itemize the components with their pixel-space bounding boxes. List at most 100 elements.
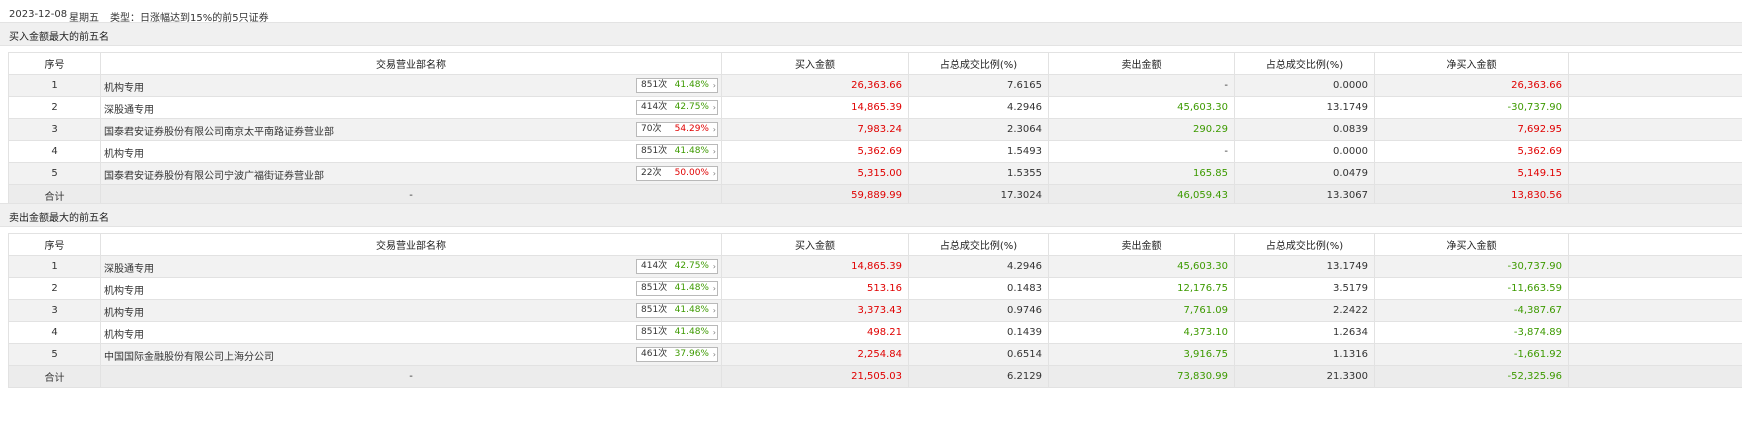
buy-amount: 513.16 (721, 277, 909, 300)
dept-stats-badge[interactable]: 851次 41.48% › (636, 281, 718, 296)
spacer-cell (1568, 140, 1742, 163)
dept-name-link[interactable]: 国泰君安证券股份有限公司南京太平南路证券营业部 (104, 123, 334, 138)
total-buy-ratio: 6.2129 (908, 365, 1049, 388)
net-buy-amount: -11,663.59 (1374, 277, 1569, 300)
table-row: 2 深股通专用 414次 42.75% › 14,865.39 4.2946 45,603.3… (8, 96, 1742, 119)
table-row: 3 国泰君安证券股份有限公司南京太平南路证券营业部 70次 54.29% › 7,983.… (8, 118, 1742, 141)
table-row: 1 深股通专用 414次 42.75% › 14,865.39 4.2946 45,603.3… (8, 255, 1742, 278)
sell-section-header: 卖出金额最大的前五名 (0, 203, 1742, 227)
listing-count: 851次 (641, 80, 668, 90)
table-row: 5 中国国际金融股份有限公司上海分公司 461次 37.96% › 2,254.84 0.6… (8, 343, 1742, 366)
row-index: 5 (8, 343, 101, 366)
dept-stats-badge[interactable]: 851次 41.48% › (636, 144, 718, 159)
sell-top5-table: 序号 交易营业部名称 买入金额 占总成交比例(%) 卖出金额 占总成交比例(%)… (8, 233, 1742, 388)
win-rate: 41.48% (674, 305, 709, 315)
table-row: 4 机构专用 851次 41.48% › 498.21 0.1439 4,373.10 1.26… (8, 321, 1742, 344)
expand-arrow-icon: › (712, 306, 716, 315)
dept-stats-badge[interactable]: 851次 41.48% › (636, 303, 718, 318)
dept-name-link[interactable]: 机构专用 (104, 282, 144, 297)
net-buy-amount: -30,737.90 (1374, 255, 1569, 278)
dept-name-link[interactable]: 机构专用 (104, 326, 144, 341)
buy-ratio: 1.5355 (908, 162, 1049, 185)
dept-name-link[interactable]: 国泰君安证券股份有限公司宁波广福街证券营业部 (104, 167, 324, 182)
expand-arrow-icon: › (712, 262, 716, 271)
net-buy-amount: -1,661.92 (1374, 343, 1569, 366)
row-index: 3 (8, 118, 101, 141)
dept-stats-badge[interactable]: 851次 41.48% › (636, 325, 718, 340)
listing-count: 414次 (641, 102, 668, 112)
sell-amount: 165.85 (1048, 162, 1235, 185)
expand-arrow-icon: › (712, 328, 716, 337)
net-buy-amount: 26,363.66 (1374, 74, 1569, 97)
buy-section-header: 买入金额最大的前五名 (0, 22, 1742, 46)
buy-ratio: 0.6514 (908, 343, 1049, 366)
sell-amount: 45,603.30 (1048, 96, 1235, 119)
row-index: 2 (8, 277, 101, 300)
dept-name-link[interactable]: 中国国际金融股份有限公司上海分公司 (104, 348, 274, 363)
total-row: 合计 -21,505.03 6.2129 73,830.99 21.3300 -52,32… (8, 365, 1742, 388)
dept-name-link[interactable]: 机构专用 (104, 304, 144, 319)
total-label: 合计 (8, 365, 101, 388)
col-sell-ratio-header: 占总成交比例(%) (1234, 233, 1375, 256)
col-spacer-header (1568, 233, 1742, 256)
buy-amount: 3,373.43 (721, 299, 909, 322)
spacer-cell (1568, 74, 1742, 97)
buy-amount: 7,983.24 (721, 118, 909, 141)
dept-name-link[interactable]: 深股通专用 (104, 101, 154, 116)
spacer-cell (1568, 321, 1742, 344)
dept-name-link[interactable]: 深股通专用 (104, 260, 154, 275)
dept-name-link[interactable]: 机构专用 (104, 145, 144, 160)
expand-arrow-icon: › (712, 103, 716, 112)
dept-stats-badge[interactable]: 70次 54.29% › (636, 122, 718, 137)
spacer-cell (1568, 343, 1742, 366)
buy-ratio: 0.1439 (908, 321, 1049, 344)
buy-ratio: 4.2946 (908, 96, 1049, 119)
dept-stats-badge[interactable]: 414次 42.75% › (636, 259, 718, 274)
col-index-header: 序号 (8, 52, 101, 75)
row-index: 4 (8, 321, 101, 344)
buy-amount: 2,254.84 (721, 343, 909, 366)
buy-ratio: 4.2946 (908, 255, 1049, 278)
win-rate: 42.75% (674, 102, 709, 112)
table-row: 1 机构专用 851次 41.48% › 26,363.66 7.6165-0.0000 26… (8, 74, 1742, 97)
sell-amount: 3,916.75 (1048, 343, 1235, 366)
win-rate: 41.48% (674, 80, 709, 90)
dept-cell: 国泰君安证券股份有限公司南京太平南路证券营业部 70次 54.29% › (100, 118, 722, 141)
spacer-cell (1568, 96, 1742, 119)
dept-cell: 深股通专用 414次 42.75% › (100, 255, 722, 278)
col-buy-ratio-header: 占总成交比例(%) (908, 233, 1049, 256)
net-buy-amount: -4,387.67 (1374, 299, 1569, 322)
dept-cell: 机构专用 851次 41.48% › (100, 299, 722, 322)
spacer-cell (1568, 118, 1742, 141)
buy-amount: 5,362.69 (721, 140, 909, 163)
buy-section-title: 买入金额最大的前五名 (9, 32, 109, 43)
buy-ratio: 0.1483 (908, 277, 1049, 300)
net-buy-amount: 5,362.69 (1374, 140, 1569, 163)
table-row: 4 机构专用 851次 41.48% › 5,362.69 1.5493-0.0000 5,3… (8, 140, 1742, 163)
col-dept-header: 交易营业部名称 (100, 233, 722, 256)
dept-cell: 机构专用 851次 41.48% › (100, 321, 722, 344)
col-buy-ratio-header: 占总成交比例(%) (908, 52, 1049, 75)
dept-name-link[interactable]: 机构专用 (104, 79, 144, 94)
sell-ratio: 0.0839 (1234, 118, 1375, 141)
buy-ratio: 1.5493 (908, 140, 1049, 163)
sell-ratio: 0.0000 (1234, 140, 1375, 163)
spacer-cell (1568, 162, 1742, 185)
buy-amount: 5,315.00 (721, 162, 909, 185)
sell-ratio: 0.0000 (1234, 74, 1375, 97)
total-dept-dash: - (100, 365, 722, 388)
row-index: 2 (8, 96, 101, 119)
expand-arrow-icon: › (712, 350, 716, 359)
dept-stats-badge[interactable]: 414次 42.75% › (636, 100, 718, 115)
trade-date: 2023-12-08 (9, 9, 68, 20)
expand-arrow-icon: › (712, 284, 716, 293)
dept-cell: 中国国际金融股份有限公司上海分公司 461次 37.96% › (100, 343, 722, 366)
col-spacer-header (1568, 52, 1742, 75)
dept-stats-badge[interactable]: 461次 37.96% › (636, 347, 718, 362)
buy-amount: 14,865.39 (721, 96, 909, 119)
dept-stats-badge[interactable]: 22次 50.00% › (636, 166, 718, 181)
listing-count: 461次 (641, 349, 668, 359)
win-rate: 41.48% (674, 283, 709, 293)
row-index: 1 (8, 255, 101, 278)
dept-stats-badge[interactable]: 851次 41.48% › (636, 78, 718, 93)
